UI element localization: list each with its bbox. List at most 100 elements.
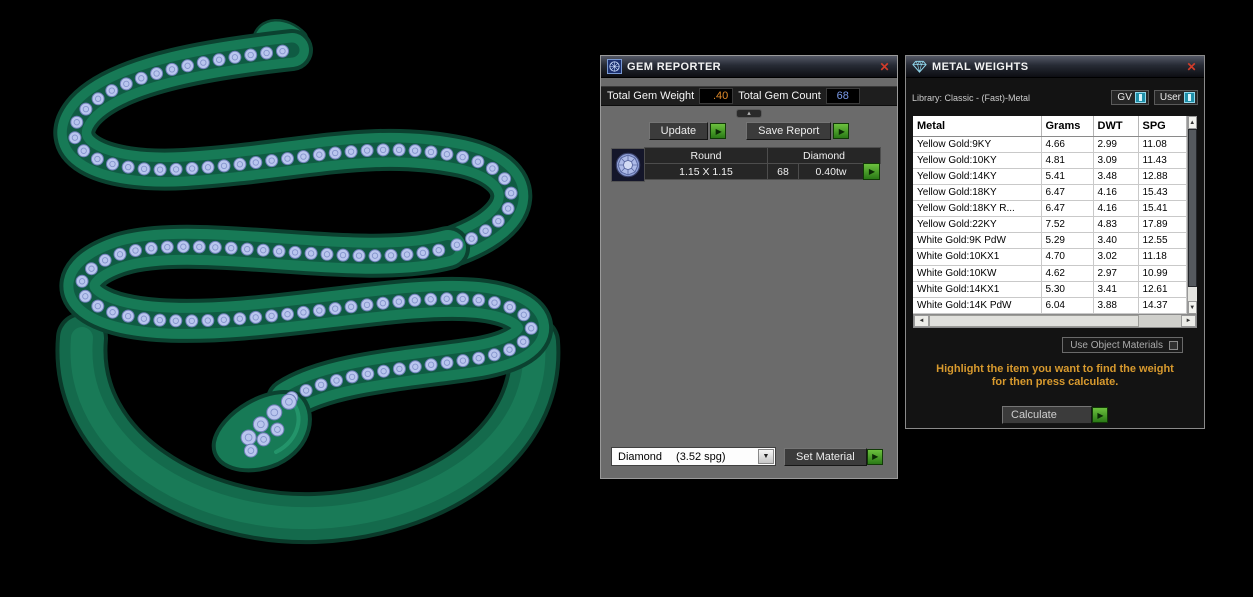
metal-weights-icon: [911, 59, 927, 75]
total-gem-count-label: Total Gem Count: [738, 90, 821, 102]
metal-cell-spg: 11.43: [1138, 152, 1187, 169]
metal-cell-grams: 6.47: [1041, 184, 1094, 202]
metal-cell-metal: White Gold:14K PdW: [913, 297, 1042, 315]
metal-row[interactable]: Yellow Gold:14KY 5.41 3.48 12.88: [913, 168, 1187, 185]
scroll-down-icon[interactable]: ▼: [1187, 301, 1197, 314]
metal-cell-dwt: 3.02: [1093, 248, 1139, 266]
metal-table: Metal Grams DWT SPG Yellow Gold:9KY 4.66 2…: [913, 116, 1197, 315]
material-row: Diamond (3.52 spg) ▼ Set Material ▶: [611, 447, 887, 466]
user-button[interactable]: User: [1153, 90, 1198, 105]
dwt-column-header: DWT: [1093, 116, 1139, 137]
set-material-go-icon[interactable]: ▶: [866, 448, 883, 465]
gv-icon: [1134, 92, 1146, 103]
metal-row[interactable]: White Gold:10KX1 4.70 3.02 11.18: [913, 248, 1187, 266]
update-go-icon[interactable]: ▶: [710, 123, 727, 139]
close-icon[interactable]: ✕: [1184, 60, 1199, 74]
metal-row[interactable]: White Gold:10KW 4.62 2.97 10.99: [913, 265, 1187, 282]
gem-count-cell[interactable]: 68: [767, 163, 799, 180]
metal-cell-metal: Yellow Gold:9KY: [913, 136, 1042, 153]
metal-cell-spg: 12.55: [1138, 232, 1187, 250]
metal-weights-panel: METAL WEIGHTS ✕ Library: Classic - (Fast…: [905, 55, 1205, 429]
gem-reporter-icon: [606, 59, 622, 75]
metal-row[interactable]: White Gold:14KX1 5.30 3.41 12.61: [913, 281, 1187, 298]
metal-cell-dwt: 3.09: [1093, 152, 1139, 169]
scroll-up-icon[interactable]: ▲: [1187, 116, 1197, 129]
metal-cell-grams: 5.30: [1041, 281, 1094, 298]
total-gem-weight-value[interactable]: .40: [699, 88, 734, 104]
metal-cell-grams: 6.47: [1041, 200, 1094, 218]
metal-row[interactable]: Yellow Gold:10KY 4.81 3.09 11.43: [913, 152, 1187, 169]
metal-row[interactable]: Yellow Gold:22KY 7.52 4.83 17.89: [913, 216, 1187, 234]
metal-cell-grams: 5.41: [1041, 168, 1094, 185]
collapse-handle[interactable]: ▴: [736, 109, 762, 118]
metal-cell-dwt: 2.97: [1093, 265, 1139, 282]
calculate-go-icon[interactable]: ▶: [1092, 407, 1108, 423]
report-actions-row: Update ▶ Save Report ▶: [601, 122, 897, 140]
update-button[interactable]: Update: [648, 122, 709, 140]
gem-summary-table: Round Diamond 1.15 X 1.15 68 0.40tw ▶: [611, 147, 881, 182]
metal-cell-spg: 11.08: [1138, 136, 1187, 153]
metal-row[interactable]: Yellow Gold:18KY 6.47 4.16 15.43: [913, 184, 1187, 202]
metal-cell-metal: White Gold:14KX1: [913, 281, 1042, 298]
gem-totals-bar: Total Gem Weight .40 Total Gem Count 68: [601, 86, 897, 106]
metal-cell-spg: 11.18: [1138, 248, 1187, 266]
metal-weights-titlebar[interactable]: METAL WEIGHTS ✕: [906, 56, 1204, 78]
table-horizontal-scrollbar[interactable]: ◄ ►: [913, 314, 1197, 328]
metal-cell-dwt: 3.41: [1093, 281, 1139, 298]
metal-weights-title: METAL WEIGHTS: [932, 60, 1029, 73]
ring-3d-render[interactable]: [0, 0, 600, 597]
gem-size-cell[interactable]: 1.15 X 1.15: [644, 163, 768, 180]
app-viewport: GEM REPORTER ✕ Total Gem Weight .40 Tota…: [0, 0, 1253, 597]
gem-thumbnail[interactable]: [611, 148, 645, 182]
metal-column-header: Metal: [913, 116, 1042, 137]
use-object-materials-button[interactable]: Use Object Materials: [1062, 337, 1183, 353]
user-icon: [1184, 92, 1195, 103]
metal-cell-grams: 5.29: [1041, 232, 1094, 250]
dropdown-arrow-icon[interactable]: ▼: [758, 449, 774, 464]
calculate-button[interactable]: Calculate: [1002, 406, 1092, 424]
snake-ring-model: [74, 27, 534, 518]
metal-row[interactable]: White Gold:9K PdW 5.29 3.40 12.55: [913, 232, 1187, 250]
horizontal-scroll-thumb[interactable]: [929, 315, 1139, 327]
gv-button[interactable]: GV: [1111, 90, 1149, 105]
metal-cell-spg: 12.61: [1138, 281, 1187, 298]
metal-cell-metal: White Gold:10KW: [913, 265, 1042, 282]
metal-cell-grams: 4.81: [1041, 152, 1094, 169]
material-dropdown[interactable]: Diamond (3.52 spg) ▼: [611, 447, 776, 466]
metal-cell-spg: 15.43: [1138, 184, 1187, 202]
material-name: Diamond: [618, 450, 663, 463]
gem-row-go-icon[interactable]: ▶: [863, 163, 880, 180]
metal-cell-metal: Yellow Gold:14KY: [913, 168, 1042, 185]
metal-cell-spg: 17.89: [1138, 216, 1187, 234]
table-vertical-scrollbar[interactable]: ▲ ▼: [1186, 116, 1197, 314]
total-gem-count-value[interactable]: 68: [825, 88, 860, 104]
metal-cell-grams: 7.52: [1041, 216, 1094, 234]
use-object-materials-checkbox[interactable]: [1169, 340, 1178, 350]
type-header-cell: Diamond: [767, 147, 881, 164]
vertical-scroll-thumb[interactable]: [1187, 129, 1197, 287]
metal-cell-metal: Yellow Gold:18KY: [913, 184, 1042, 202]
scroll-right-icon[interactable]: ►: [1181, 315, 1196, 327]
close-icon[interactable]: ✕: [877, 60, 892, 74]
calculate-row: Calculate ▶: [906, 406, 1204, 424]
library-row: Library: Classic - (Fast)-Metal GV User: [906, 89, 1204, 106]
metal-row[interactable]: Yellow Gold:18KY R... 6.47 4.16 15.41: [913, 200, 1187, 218]
library-label: Library: Classic - (Fast)-Metal: [912, 92, 1031, 103]
metal-cell-dwt: 4.83: [1093, 216, 1139, 234]
save-report-go-icon[interactable]: ▶: [833, 123, 850, 139]
metal-row[interactable]: Yellow Gold:9KY 4.66 2.99 11.08: [913, 136, 1187, 153]
metal-cell-spg: 15.41: [1138, 200, 1187, 218]
gem-reporter-panel: GEM REPORTER ✕ Total Gem Weight .40 Tota…: [600, 55, 898, 479]
save-report-button[interactable]: Save Report: [746, 122, 832, 140]
metal-cell-metal: Yellow Gold:18KY R...: [913, 200, 1042, 218]
shape-header-cell: Round: [644, 147, 768, 164]
metal-row[interactable]: White Gold:14K PdW 6.04 3.88 14.37: [913, 297, 1187, 315]
metal-cell-spg: 14.37: [1138, 297, 1187, 315]
metal-cell-dwt: 3.48: [1093, 168, 1139, 185]
scroll-left-icon[interactable]: ◄: [914, 315, 929, 327]
set-material-button[interactable]: Set Material: [784, 447, 867, 466]
material-spg: (3.52 spg): [676, 450, 726, 463]
gem-reporter-titlebar[interactable]: GEM REPORTER ✕: [601, 56, 897, 78]
metal-cell-dwt: 3.88: [1093, 297, 1139, 315]
gem-weight-cell[interactable]: 0.40tw: [798, 163, 864, 180]
